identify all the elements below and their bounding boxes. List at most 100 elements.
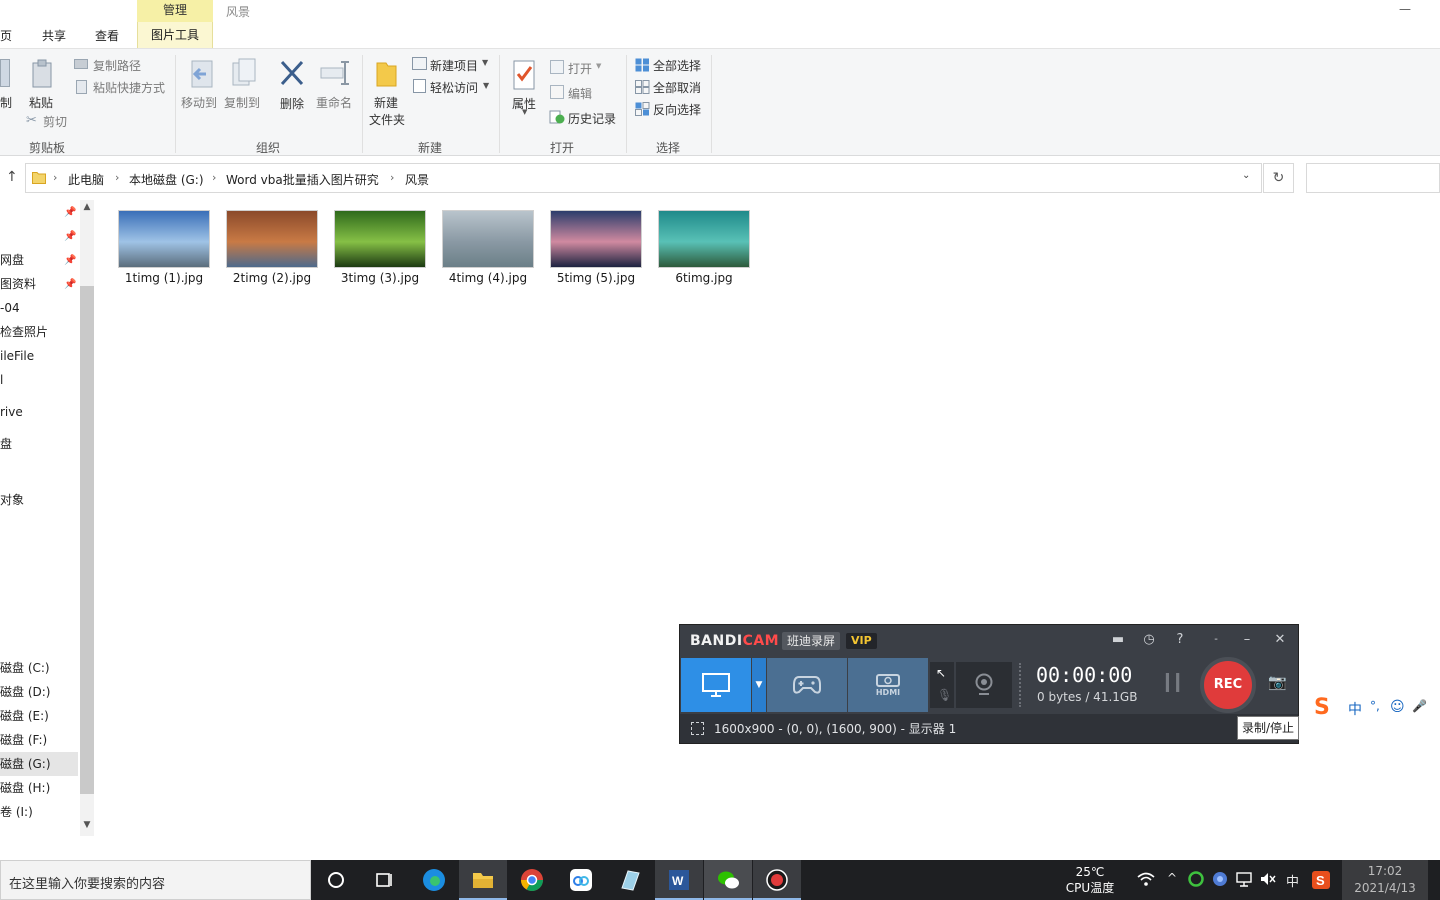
- chevron-up-icon[interactable]: ^: [1167, 871, 1177, 885]
- nav-drive-e[interactable]: 磁盘 (E:): [0, 704, 78, 728]
- nav-drive-c[interactable]: 磁盘 (C:): [0, 656, 78, 680]
- chevron-down-icon[interactable]: ▼: [482, 58, 488, 67]
- chevron-right-icon[interactable]: ›: [390, 171, 394, 184]
- weather-widget[interactable]: 25℃ CPU温度: [1062, 864, 1118, 896]
- delete-button[interactable]: 删除: [280, 95, 304, 112]
- cut-button[interactable]: 剪切: [43, 113, 67, 130]
- game-record-mode-button[interactable]: [767, 658, 847, 712]
- help-icon[interactable]: ?: [1170, 630, 1190, 650]
- ime-punctuation[interactable]: °,: [1370, 699, 1380, 713]
- history-button[interactable]: 历史记录: [568, 110, 616, 127]
- wifi-icon[interactable]: [1137, 871, 1155, 891]
- minimize-button[interactable]: —: [1396, 2, 1414, 18]
- ime-mode-indicator[interactable]: 中: [1286, 871, 1299, 890]
- sogou-logo-icon[interactable]: S: [1314, 695, 1342, 721]
- properties-icon[interactable]: [511, 59, 537, 91]
- file-item[interactable]: 2timg (2).jpg: [222, 210, 322, 290]
- ime-emoji[interactable]: ☺: [1390, 699, 1405, 715]
- nav-item-blank[interactable]: [0, 464, 78, 488]
- nav-drive-g[interactable]: 磁盘 (G:): [0, 752, 78, 776]
- pin-icon[interactable]: 📌: [64, 231, 76, 242]
- rename-button[interactable]: 重命名: [316, 94, 352, 111]
- refresh-button[interactable]: ↻: [1263, 163, 1294, 193]
- nav-drive-i[interactable]: 卷 (I:): [0, 800, 78, 824]
- nav-item-3d-objects[interactable]: 对象: [0, 488, 78, 512]
- network-icon[interactable]: [1236, 871, 1252, 891]
- screen-record-mode-button[interactable]: [681, 658, 751, 712]
- nav-scrollbar-thumb[interactable]: [80, 286, 94, 794]
- paste-button[interactable]: 粘贴: [29, 94, 53, 111]
- copy-to-icon[interactable]: [230, 57, 258, 89]
- webcam-toggle[interactable]: [956, 662, 1012, 708]
- rename-icon[interactable]: [320, 59, 350, 87]
- new-folder-icon[interactable]: [374, 59, 400, 89]
- chevron-down-icon[interactable]: ▼: [522, 108, 527, 116]
- taskbar-clock[interactable]: 17:02 2021/4/13: [1342, 860, 1428, 900]
- breadcrumb-drive-g[interactable]: 本地磁盘 (G:): [129, 171, 204, 188]
- microphone-icon[interactable]: 🎙: [937, 688, 952, 702]
- address-bar[interactable]: › 此电脑 › 本地磁盘 (G:) › Word vba批量插入图片研究 › 风…: [25, 163, 1262, 193]
- copy-icon[interactable]: [0, 59, 10, 87]
- move-to-icon[interactable]: [188, 59, 216, 89]
- screen-mode-dropdown[interactable]: ▼: [752, 658, 766, 712]
- breadcrumb-current[interactable]: 风景: [405, 171, 429, 188]
- tab-share[interactable]: 共享: [42, 27, 66, 44]
- file-item[interactable]: 4timg (4).jpg: [438, 210, 538, 290]
- nav-item-quick-3[interactable]: -04: [0, 296, 78, 320]
- copy-button[interactable]: 制: [0, 94, 12, 111]
- tab-home[interactable]: 页: [0, 27, 12, 44]
- chevron-down-icon[interactable]: ⌄: [1242, 170, 1250, 181]
- task-view-button[interactable]: [360, 860, 408, 900]
- taskbar-app-wechat[interactable]: [704, 860, 752, 900]
- record-button[interactable]: REC: [1200, 657, 1256, 713]
- nav-drive-f[interactable]: 磁盘 (F:): [0, 728, 78, 752]
- taskbar-app-chrome[interactable]: [508, 860, 556, 900]
- copy-path-button[interactable]: 复制路径: [93, 57, 141, 74]
- pin-icon[interactable]: 📌: [64, 207, 76, 218]
- tab-picture-tools[interactable]: 图片工具: [137, 22, 213, 48]
- delete-icon[interactable]: [279, 59, 305, 87]
- pin-icon[interactable]: 📌: [64, 255, 76, 266]
- file-item[interactable]: 6timg.jpg: [654, 210, 754, 290]
- nav-scrollbar[interactable]: ▲ ▼: [80, 200, 94, 836]
- chevron-down-icon[interactable]: ▼: [483, 81, 489, 90]
- sogou-tray-icon[interactable]: S: [1312, 871, 1330, 893]
- tray-green-icon[interactable]: [1188, 871, 1204, 891]
- chevron-down-icon[interactable]: ▼: [596, 62, 601, 70]
- nav-drive-h[interactable]: 磁盘 (H:): [0, 776, 78, 800]
- ime-voice[interactable]: 🎤: [1412, 699, 1427, 713]
- volume-muted-icon[interactable]: [1260, 871, 1276, 891]
- nav-item-quick-6[interactable]: l: [0, 368, 78, 392]
- chevron-up-icon[interactable]: ▲: [80, 202, 94, 216]
- file-item[interactable]: 1timg (1).jpg: [114, 210, 214, 290]
- tray-app-icon[interactable]: [1212, 871, 1228, 891]
- paste-icon[interactable]: [31, 59, 53, 89]
- clock-icon[interactable]: ◷: [1139, 630, 1159, 650]
- paste-shortcut-button[interactable]: 粘贴快捷方式: [93, 79, 165, 96]
- move-to-button[interactable]: 移动到: [181, 94, 217, 111]
- easy-access-button[interactable]: 轻松访问: [430, 79, 478, 96]
- region-select-icon[interactable]: [691, 722, 704, 735]
- chevron-right-icon[interactable]: ›: [115, 171, 119, 184]
- open-button[interactable]: 打开: [568, 60, 592, 77]
- chevron-right-icon[interactable]: ›: [212, 171, 216, 184]
- chevron-right-icon[interactable]: ›: [53, 171, 57, 184]
- up-arrow-icon[interactable]: ↑: [6, 169, 20, 185]
- taskbar-app-word[interactable]: W: [655, 860, 703, 900]
- nav-item-quick-4[interactable]: 检查照片: [0, 320, 78, 344]
- minimize-icon[interactable]: –: [1237, 630, 1257, 650]
- select-all-button[interactable]: 全部选择: [653, 57, 701, 74]
- cursor-icon[interactable]: ↖: [936, 666, 946, 680]
- mini-mode-icon[interactable]: ‐: [1206, 630, 1226, 650]
- tab-view[interactable]: 查看: [95, 27, 119, 44]
- taskbar-app-notes[interactable]: [606, 860, 654, 900]
- file-item[interactable]: 3timg (3).jpg: [330, 210, 430, 290]
- taskbar-app-explorer[interactable]: [459, 860, 507, 900]
- close-icon[interactable]: ✕: [1270, 630, 1290, 650]
- taskbar-app-edge[interactable]: [410, 860, 458, 900]
- file-item[interactable]: 5timg (5).jpg: [546, 210, 646, 290]
- drag-handle[interactable]: [1019, 663, 1023, 707]
- taskbar-app-baidu-netdisk[interactable]: [557, 860, 605, 900]
- camera-icon[interactable]: 📷: [1268, 673, 1287, 691]
- chevron-down-icon[interactable]: ▼: [80, 820, 94, 834]
